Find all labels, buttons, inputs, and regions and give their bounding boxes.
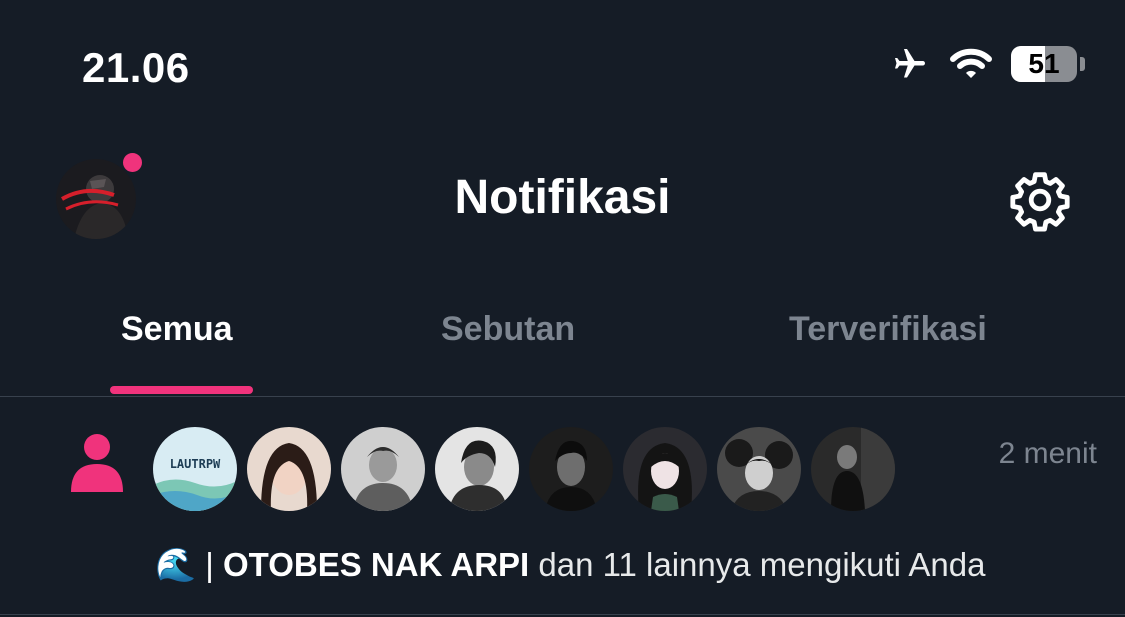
follower-avatar[interactable]: LAUTRPW xyxy=(153,427,237,511)
follower-avatars: LAUTRPW xyxy=(153,427,895,511)
tab-sebutan[interactable]: Sebutan xyxy=(441,310,575,349)
lautrpw-logo-text: LAUTRPW xyxy=(170,457,221,471)
status-time: 21.06 xyxy=(82,44,190,91)
follower-avatar[interactable] xyxy=(341,427,425,511)
divider xyxy=(0,396,1125,397)
battery-icon: 51 xyxy=(1011,46,1085,82)
wave-emoji: 🌊 xyxy=(155,546,197,583)
tab-terverifikasi[interactable]: Terverifikasi xyxy=(789,310,987,349)
tab-semua[interactable]: Semua xyxy=(121,310,233,349)
tab-bar: Semua Sebutan Terverifikasi xyxy=(0,290,1125,396)
page-title: Notifikasi xyxy=(454,171,671,224)
follower-name-link[interactable]: OTOBES NAK ARPI xyxy=(223,546,529,583)
follower-avatar[interactable] xyxy=(247,427,331,511)
active-tab-indicator xyxy=(110,386,253,394)
battery-level: 51 xyxy=(1028,48,1060,79)
name-separator: | xyxy=(196,546,224,583)
battery-cap xyxy=(1080,57,1085,71)
airplane-mode-icon xyxy=(895,49,925,78)
divider xyxy=(0,614,1125,615)
time-ago: 2 menit xyxy=(998,437,1097,470)
battery-body: 51 xyxy=(1011,46,1077,82)
follower-avatar[interactable] xyxy=(435,427,519,511)
follower-avatar[interactable] xyxy=(623,427,707,511)
notification-text: 🌊 | OTOBES NAK ARPI dan 11 lainnya mengi… xyxy=(155,546,985,585)
follower-avatar[interactable] xyxy=(811,427,895,511)
settings-button[interactable] xyxy=(1008,168,1072,232)
gear-icon xyxy=(1010,172,1070,232)
follower-avatar[interactable] xyxy=(717,427,801,511)
follower-avatar[interactable] xyxy=(529,427,613,511)
person-follow-icon xyxy=(71,434,123,492)
notification-message: dan 11 lainnya mengikuti Anda xyxy=(529,546,986,583)
status-icons: 51 xyxy=(889,46,1085,82)
wifi-icon xyxy=(950,48,992,78)
